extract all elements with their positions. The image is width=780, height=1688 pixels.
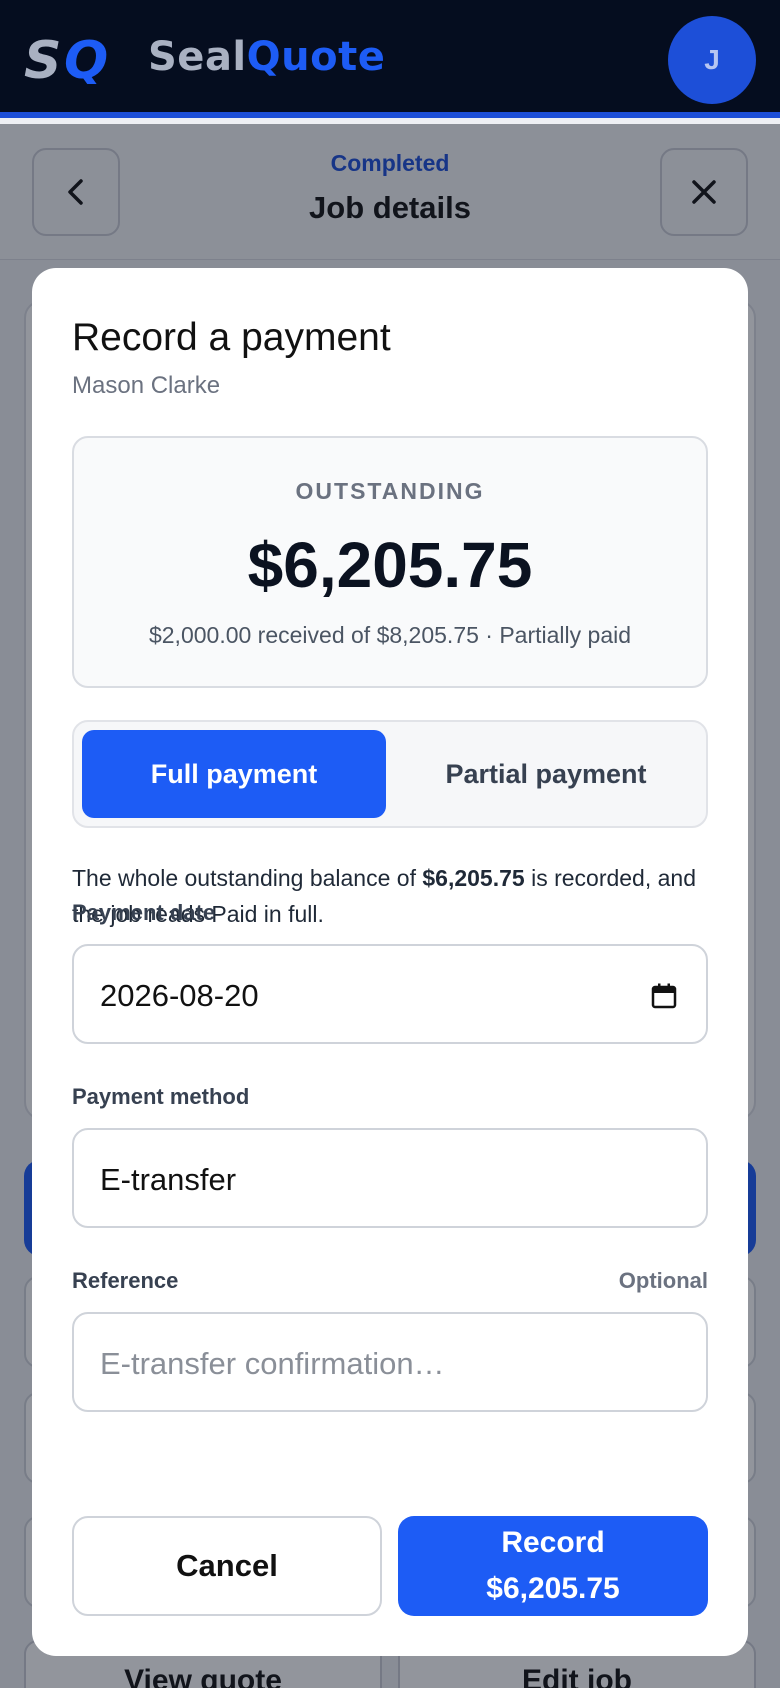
partial-payment-option[interactable]: Partial payment <box>394 730 698 818</box>
sealquote-logo-icon: S Q <box>24 32 108 84</box>
record-payment-dialog: Record a payment Mason Clarke OUTSTANDIN… <box>32 268 748 1656</box>
brand-name-part1: Seal <box>148 34 247 80</box>
payment-date-field[interactable]: 2026-08-20 <box>72 944 708 1044</box>
avatar-initial: J <box>704 44 720 75</box>
payment-progress-note: $2,000.00 received of $8,205.75 · Partia… <box>148 622 632 648</box>
reference-label: Reference <box>72 1268 179 1293</box>
brand-name: SealQuote <box>148 34 385 80</box>
outstanding-summary: OUTSTANDING $6,205.75 $2,000.00 received… <box>72 436 708 688</box>
reference-placeholder: E-transfer confirmation… <box>100 1346 445 1381</box>
outstanding-label: OUTSTANDING <box>295 478 485 504</box>
app-topbar: S Q SealQuote J <box>0 0 780 118</box>
calendar-icon[interactable] <box>650 982 678 1010</box>
reference-optional-label: Optional <box>618 1268 708 1293</box>
brand-name-part2: Quote <box>246 34 386 80</box>
record-button-amount: $6,205.75 <box>486 1572 620 1605</box>
payment-method-label: Payment method <box>72 1084 250 1109</box>
dialog-title: Record a payment <box>72 316 391 359</box>
user-avatar[interactable]: J <box>668 16 756 104</box>
payment-date-value: 2026-08-20 <box>100 978 259 1013</box>
customer-name: Mason Clarke <box>72 372 221 399</box>
svg-text:Q: Q <box>64 32 108 84</box>
payment-date-label: Payment date <box>72 900 216 925</box>
record-button-label: Record <box>501 1526 605 1559</box>
description-amount: $6,205.75 <box>422 865 525 891</box>
payment-method-field[interactable]: E-transfer <box>72 1128 708 1228</box>
payment-type-toggle: Full payment Partial payment <box>72 720 708 828</box>
payment-method-value: E-transfer <box>100 1162 237 1197</box>
reference-field[interactable]: E-transfer confirmation… <box>72 1312 708 1412</box>
full-payment-option[interactable]: Full payment <box>82 730 386 818</box>
record-payment-button[interactable]: Record $6,205.75 <box>398 1516 708 1616</box>
svg-text:S: S <box>24 32 61 84</box>
outstanding-amount: $6,205.75 <box>247 529 533 601</box>
description-text-start: The whole outstanding balance of <box>72 865 423 891</box>
cancel-button[interactable]: Cancel <box>72 1516 382 1616</box>
